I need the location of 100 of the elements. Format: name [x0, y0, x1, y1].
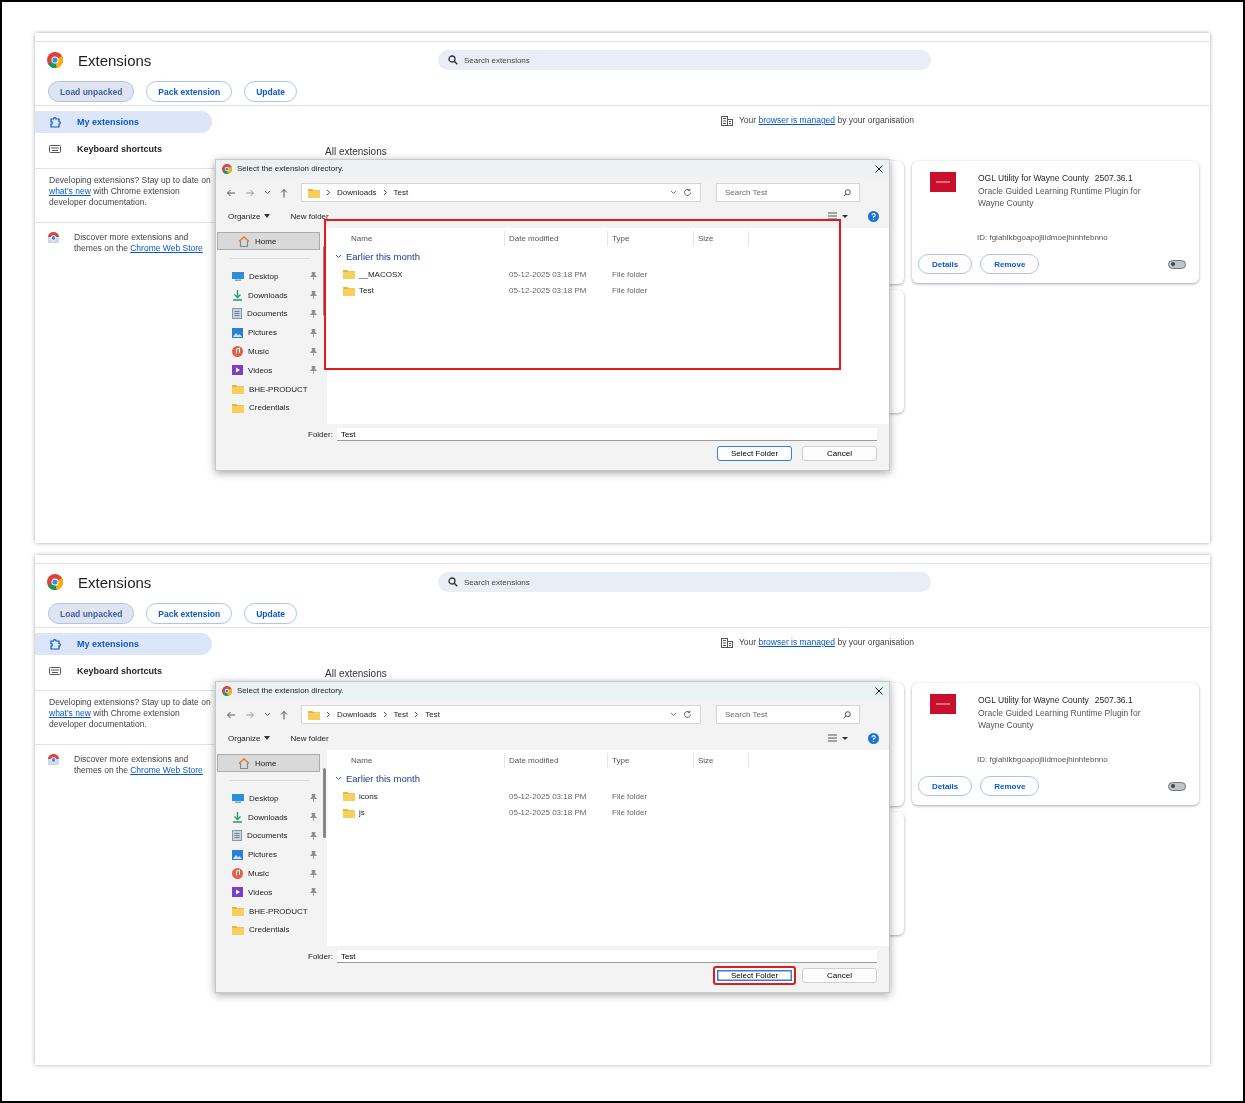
- view-options-icon[interactable]: [828, 734, 848, 742]
- link[interactable]: browser is managed: [758, 115, 836, 125]
- file-name[interactable]: icons: [359, 791, 378, 801]
- organize-menu[interactable]: Organize: [228, 733, 271, 743]
- view-options-icon[interactable]: [828, 212, 848, 220]
- column-header[interactable]: Size: [694, 753, 749, 768]
- nav-item[interactable]: Home: [217, 754, 320, 772]
- breadcrumb[interactable]: Test: [393, 188, 409, 197]
- nav-item[interactable]: Downloads: [216, 285, 320, 305]
- nav-item[interactable]: Desktop: [216, 789, 320, 808]
- sidebar-item[interactable]: My extensions: [35, 633, 212, 655]
- pin-icon: [310, 328, 317, 337]
- nav-item[interactable]: Downloads: [216, 807, 320, 827]
- address-bar[interactable]: Downloads Test Test: [301, 705, 701, 724]
- link[interactable]: Chrome Web Store: [130, 243, 203, 253]
- dropdown-icon[interactable]: [264, 712, 271, 717]
- help-icon[interactable]: [868, 732, 879, 744]
- column-header[interactable]: Date modified: [505, 753, 608, 768]
- cancel-button[interactable]: Cancel: [802, 446, 877, 461]
- search-field[interactable]: Search extensions: [438, 572, 931, 592]
- nav-item[interactable]: Pictures: [216, 323, 320, 343]
- link[interactable]: browser is managed: [758, 637, 836, 647]
- caret-icon: [264, 214, 271, 218]
- column-header[interactable]: Type: [608, 753, 694, 768]
- sidebar-item[interactable]: My extensions: [35, 111, 212, 133]
- details-button[interactable]: Details: [918, 254, 973, 274]
- home-icon: [238, 235, 250, 247]
- new-folder-button[interactable]: New folder: [290, 733, 329, 743]
- nav-item[interactable]: Videos: [216, 361, 320, 380]
- search-field[interactable]: Search extensions: [438, 50, 931, 70]
- section-heading: All extensions: [325, 668, 388, 677]
- toolbar-button[interactable]: Load unpacked: [48, 603, 135, 624]
- sidebar-item[interactable]: Keyboard shortcuts: [35, 660, 212, 682]
- close-icon[interactable]: [875, 686, 883, 695]
- search-field[interactable]: Search Test: [716, 183, 860, 202]
- sidebar-item[interactable]: Keyboard shortcuts: [35, 138, 212, 160]
- new-folder-button[interactable]: New folder: [290, 211, 329, 221]
- group-header[interactable]: Earlier this month: [346, 251, 420, 262]
- folder-field[interactable]: Test: [336, 950, 877, 963]
- keyboard-icon: [49, 667, 61, 675]
- table-cell-text: File folder: [611, 808, 649, 818]
- nav-item[interactable]: Documents: [216, 826, 320, 846]
- remove-button[interactable]: Remove: [980, 776, 1040, 796]
- toolbar-button[interactable]: Update: [244, 603, 298, 624]
- link[interactable]: what's new: [49, 708, 91, 718]
- breadcrumb[interactable]: Downloads: [337, 188, 377, 197]
- address-bar[interactable]: Downloads Test: [301, 183, 701, 202]
- column-header[interactable]: Date modified: [505, 231, 608, 246]
- nav-item[interactable]: Music: [216, 342, 320, 361]
- expand-icon[interactable]: [335, 254, 342, 259]
- folder-field[interactable]: Test: [336, 428, 877, 441]
- organize-menu[interactable]: Organize: [228, 211, 271, 221]
- nav-item[interactable]: Documents: [216, 304, 320, 324]
- cancel-button[interactable]: Cancel: [802, 968, 877, 983]
- back-icon[interactable]: [226, 710, 236, 719]
- group-header[interactable]: Earlier this month: [346, 773, 420, 784]
- dropdown-icon[interactable]: [264, 190, 271, 195]
- toggle-switch[interactable]: [1168, 781, 1186, 791]
- toolbar-button[interactable]: Pack extension: [146, 603, 233, 624]
- back-icon[interactable]: [226, 188, 236, 197]
- column-header[interactable]: Name: [327, 231, 505, 246]
- breadcrumb[interactable]: Downloads: [337, 710, 377, 719]
- nav-item[interactable]: Credentials: [216, 398, 320, 418]
- breadcrumb[interactable]: Test: [393, 710, 409, 719]
- column-header[interactable]: Type: [608, 231, 694, 246]
- dropdown-icon[interactable]: [670, 190, 677, 195]
- toolbar-button[interactable]: Update: [244, 81, 298, 102]
- file-name[interactable]: Test: [359, 286, 374, 296]
- up-icon[interactable]: [280, 187, 288, 198]
- close-icon[interactable]: [875, 164, 883, 173]
- refresh-icon[interactable]: [683, 188, 692, 197]
- nav-item[interactable]: Credentials: [216, 920, 320, 940]
- nav-item[interactable]: Desktop: [216, 267, 320, 286]
- toolbar-button[interactable]: Pack extension: [146, 81, 233, 102]
- remove-button[interactable]: Remove: [980, 254, 1040, 274]
- search-field[interactable]: Search Test: [716, 705, 860, 724]
- select-folder-button[interactable]: Select Folder: [713, 966, 796, 985]
- details-button[interactable]: Details: [918, 776, 973, 796]
- column-header[interactable]: Size: [694, 231, 749, 246]
- nav-item[interactable]: BHE-PRODUCT: [216, 379, 320, 399]
- breadcrumb[interactable]: Test: [425, 710, 440, 719]
- toolbar-button[interactable]: Load unpacked: [48, 81, 135, 102]
- dropdown-icon[interactable]: [670, 712, 677, 717]
- file-name[interactable]: __MACOSX: [359, 269, 403, 279]
- help-icon[interactable]: [868, 210, 879, 222]
- nav-item[interactable]: Music: [216, 864, 320, 883]
- nav-item[interactable]: BHE-PRODUCT: [216, 901, 320, 921]
- refresh-icon[interactable]: [683, 710, 692, 719]
- file-name[interactable]: js: [359, 808, 365, 818]
- column-header[interactable]: Name: [327, 753, 505, 768]
- nav-item[interactable]: Videos: [216, 883, 320, 902]
- toggle-switch[interactable]: [1168, 259, 1186, 269]
- nav-item[interactable]: Home: [217, 232, 320, 250]
- up-icon[interactable]: [280, 709, 288, 720]
- building-icon: [721, 115, 733, 126]
- select-folder-button[interactable]: Select Folder: [717, 446, 792, 461]
- nav-item[interactable]: Pictures: [216, 845, 320, 865]
- link[interactable]: Chrome Web Store: [130, 765, 203, 775]
- expand-icon[interactable]: [335, 776, 342, 781]
- link[interactable]: what's new: [49, 186, 91, 196]
